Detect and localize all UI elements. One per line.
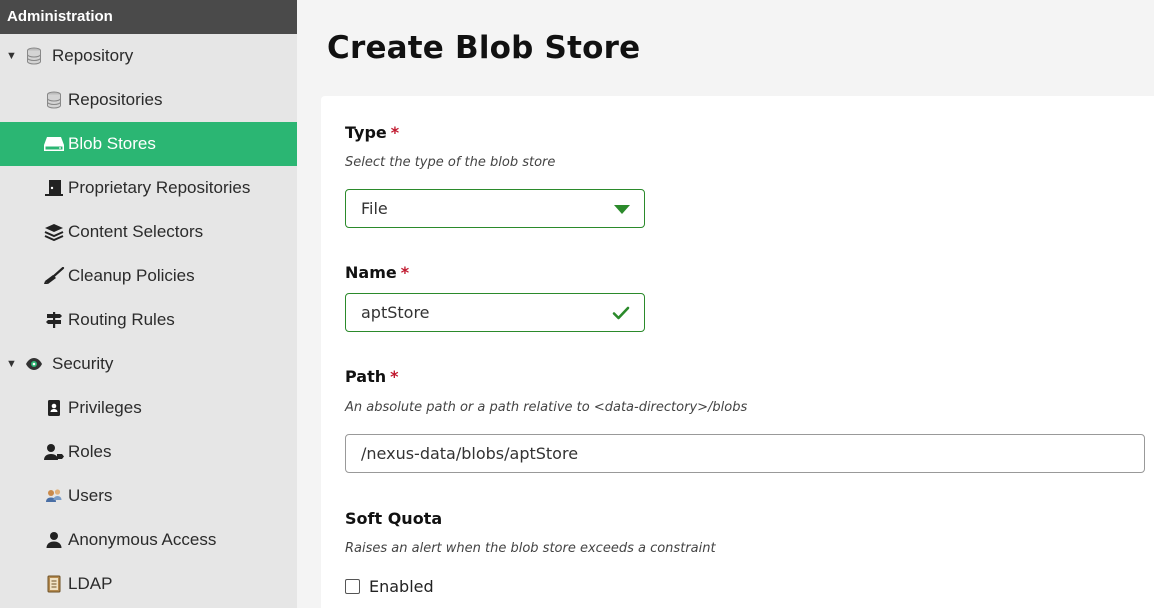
users-icon: [42, 486, 66, 506]
path-label: Path *: [345, 367, 399, 386]
soft-quota-help: Raises an alert when the blob store exce…: [345, 541, 716, 556]
required-marker: *: [390, 123, 400, 142]
sidebar-item-label: Repository: [52, 46, 134, 65]
type-help: Select the type of the blob store: [345, 155, 556, 170]
sidebar-item-cleanup-policies[interactable]: Cleanup Policies: [0, 254, 297, 298]
soft-quota-enabled-row[interactable]: Enabled: [345, 577, 434, 596]
sidebar-item-repository[interactable]: ▼ Repository: [0, 34, 297, 78]
type-select-value: File: [361, 199, 388, 218]
valid-check-icon: [612, 305, 630, 325]
signpost-icon: [42, 310, 66, 330]
form-panel: Type * Select the type of the blob store …: [321, 96, 1154, 608]
path-help: An absolute path or a path relative to <…: [345, 400, 748, 415]
sidebar-item-label: Routing Rules: [68, 310, 175, 329]
user-tag-icon: [42, 442, 66, 462]
path-label-text: Path: [345, 367, 387, 386]
door-icon: [42, 178, 66, 198]
name-input[interactable]: aptStore: [345, 293, 645, 332]
layers-icon: [42, 222, 66, 242]
main-content: Create Blob Store Type * Select the type …: [297, 0, 1154, 608]
sidebar-item-users[interactable]: Users: [0, 474, 297, 518]
sidebar-item-repositories[interactable]: Repositories: [0, 78, 297, 122]
database-icon: [42, 90, 66, 110]
sidebar-item-content-selectors[interactable]: Content Selectors: [0, 210, 297, 254]
sidebar-item-label: LDAP: [68, 574, 113, 593]
sidebar-item-blob-stores[interactable]: Blob Stores: [0, 122, 297, 166]
type-select[interactable]: File: [345, 189, 645, 228]
sidebar-item-label: Privileges: [68, 398, 142, 417]
caret-down-icon[interactable]: ▼: [6, 358, 20, 370]
sidebar-item-anonymous-access[interactable]: Anonymous Access: [0, 518, 297, 562]
name-label: Name *: [345, 263, 409, 282]
sidebar-item-proprietary-repositories[interactable]: Proprietary Repositories: [0, 166, 297, 210]
database-icon: [22, 46, 46, 66]
user-icon: [42, 530, 66, 550]
type-label-text: Type: [345, 123, 387, 142]
sidebar-item-roles[interactable]: Roles: [0, 430, 297, 474]
sidebar-item-label: Content Selectors: [68, 222, 204, 241]
dropdown-arrow-icon[interactable]: [614, 205, 630, 214]
sidebar-item-label: Repositories: [68, 90, 163, 109]
hard-drive-icon: [42, 134, 66, 154]
sidebar-item-label: Users: [68, 486, 113, 505]
sidebar-item-label: Proprietary Repositories: [68, 178, 251, 197]
soft-quota-enabled-checkbox[interactable]: [345, 579, 360, 594]
sidebar-item-ldap[interactable]: LDAP: [0, 562, 297, 606]
name-label-text: Name: [345, 263, 397, 282]
page-title: Create Blob Store: [327, 30, 641, 66]
soft-quota-label: Soft Quota: [345, 509, 443, 528]
sidebar-item-privileges[interactable]: Privileges: [0, 386, 297, 430]
name-input-value: aptStore: [361, 303, 430, 322]
sidebar-item-label: Roles: [68, 442, 112, 461]
sidebar: Administration ▼ Repository Repositories…: [0, 0, 297, 608]
path-input[interactable]: /nexus-data/blobs/aptStore: [345, 434, 1145, 473]
required-marker: *: [400, 263, 410, 282]
sidebar-item-label: Blob Stores: [68, 134, 156, 153]
broom-icon: [42, 266, 66, 286]
sidebar-item-label: Anonymous Access: [68, 530, 217, 549]
security-eye-icon: [22, 354, 46, 374]
sidebar-item-label: Cleanup Policies: [68, 266, 195, 285]
id-badge-icon: [42, 398, 66, 418]
required-marker: *: [390, 367, 399, 386]
path-input-value: /nexus-data/blobs/aptStore: [361, 444, 579, 463]
sidebar-item-routing-rules[interactable]: Routing Rules: [0, 298, 297, 342]
address-book-icon: [42, 574, 66, 594]
type-label: Type *: [345, 123, 399, 142]
caret-down-icon[interactable]: ▼: [6, 50, 20, 62]
sidebar-item-security[interactable]: ▼ Security: [0, 342, 297, 386]
sidebar-item-label: Security: [52, 354, 114, 373]
sidebar-header: Administration: [0, 0, 297, 34]
soft-quota-enabled-label[interactable]: Enabled: [369, 577, 434, 596]
